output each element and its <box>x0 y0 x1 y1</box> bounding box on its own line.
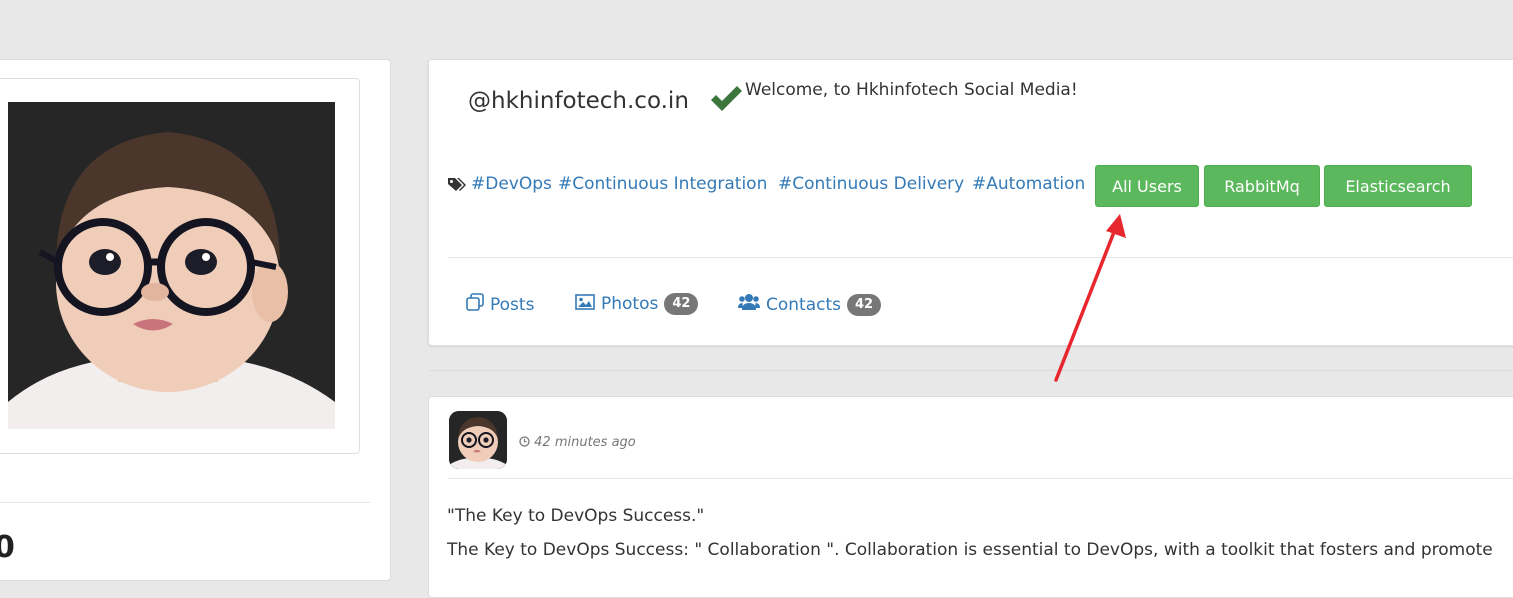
profile-handle: @hkhinfotech.co.in <box>468 88 689 114</box>
post-body: The Key to DevOps Success: " Collaborati… <box>447 540 1493 560</box>
rabbitmq-button[interactable]: RabbitMq <box>1204 165 1320 207</box>
sidebar-clipped-text: 0 <box>0 530 15 565</box>
post-time-label: 42 minutes ago <box>534 435 636 450</box>
post-panel <box>428 396 1513 598</box>
tab-contacts-label: Contacts <box>766 294 841 315</box>
image-icon <box>575 293 595 315</box>
post-title: "The Key to DevOps Success." <box>447 506 705 526</box>
elasticsearch-button[interactable]: Elasticsearch <box>1324 165 1472 207</box>
post-divider <box>448 478 1513 479</box>
section-separator <box>428 370 1513 371</box>
tag-continuous-integration[interactable]: #Continuous Integration <box>558 174 767 194</box>
profile-divider <box>448 257 1513 258</box>
all-users-button[interactable]: All Users <box>1095 165 1199 207</box>
tag-continuous-delivery[interactable]: #Continuous Delivery <box>778 174 964 194</box>
clone-icon <box>466 293 484 316</box>
users-icon <box>738 293 760 316</box>
photos-count-badge: 42 <box>664 293 699 315</box>
tag-devops[interactable]: #DevOps <box>471 174 552 194</box>
post-timestamp: 42 minutes ago <box>519 435 636 450</box>
tab-photos[interactable]: Photos 42 <box>575 293 699 315</box>
tab-posts-label: Posts <box>490 294 535 315</box>
avatar[interactable] <box>449 411 507 469</box>
tab-posts[interactable]: Posts <box>466 293 534 316</box>
tab-contacts[interactable]: Contacts 42 <box>738 293 882 316</box>
tags-icon <box>447 177 467 193</box>
profile-photo[interactable] <box>8 102 335 429</box>
contacts-count-badge: 42 <box>847 293 882 316</box>
check-icon <box>708 84 744 114</box>
tag-automation[interactable]: #Automation <box>972 174 1085 194</box>
welcome-message: Welcome, to Hkhinfotech Social Media! <box>745 80 1078 100</box>
clock-icon <box>519 435 534 450</box>
annotation-arrow <box>1040 205 1140 390</box>
tab-photos-label: Photos <box>601 294 659 314</box>
sidebar-divider <box>0 502 370 503</box>
